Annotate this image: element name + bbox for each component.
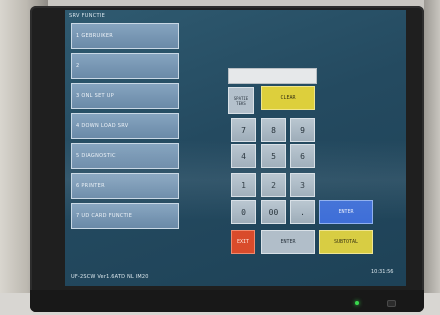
spatie-label-line2: TEKS [236, 100, 246, 106]
background-wall-right [424, 0, 440, 315]
subtotal-button[interactable]: SUBTOTAL [319, 230, 373, 254]
touch-screen: SRV FUNCTIE 1 GEBRUIKER 2 3 ONL SET UP 4… [65, 10, 406, 286]
key-decimal[interactable]: . [290, 200, 315, 224]
menu-item-ud-card-functie[interactable]: 7 UD CARD FUNCTIE [71, 203, 179, 229]
key-7[interactable]: 7 [231, 118, 256, 142]
key-9[interactable]: 9 [290, 118, 315, 142]
menu-item-2[interactable]: 2 [71, 53, 179, 79]
key-8[interactable]: 8 [261, 118, 286, 142]
screen-title: SRV FUNCTIE [69, 13, 106, 19]
key-6[interactable]: 6 [290, 144, 315, 168]
menu-item-printer[interactable]: 6 PRINTER [71, 173, 179, 199]
menu-item-gebruiker[interactable]: 1 GEBRUIKER [71, 23, 179, 49]
enter-button[interactable]: ENTER [261, 230, 315, 254]
key-3[interactable]: 3 [290, 173, 315, 197]
menu-item-diagnostic[interactable]: 5 DIAGNOSTIC [71, 143, 179, 169]
key-0[interactable]: 0 [231, 200, 256, 224]
status-version-text: UF-2SCW Ver1.6ATD NL IM20 [71, 274, 149, 280]
key-2[interactable]: 2 [261, 173, 286, 197]
exit-button[interactable]: EXIT [231, 230, 255, 254]
key-1[interactable]: 1 [231, 173, 256, 197]
power-button[interactable] [387, 300, 396, 307]
spatie-label-line1: SPATIE [233, 95, 249, 101]
keypad-display-field[interactable] [228, 68, 317, 84]
key-4[interactable]: 4 [231, 144, 256, 168]
key-00[interactable]: 00 [261, 200, 286, 224]
menu-item-onl-set-up[interactable]: 3 ONL SET UP [71, 83, 179, 109]
key-5[interactable]: 5 [261, 144, 286, 168]
status-clock: 10:31:56 [371, 269, 394, 275]
monitor-bezel-bottom [30, 290, 424, 312]
spatie-teks-button[interactable]: SPATIE TEKS [228, 87, 254, 114]
menu-item-down-load-srv[interactable]: 4 DOWN LOAD SRV [71, 113, 179, 139]
power-led-icon [355, 301, 359, 305]
clear-button[interactable]: CLEAR [261, 86, 315, 110]
enter-blue-button[interactable]: ENTER [319, 200, 373, 224]
